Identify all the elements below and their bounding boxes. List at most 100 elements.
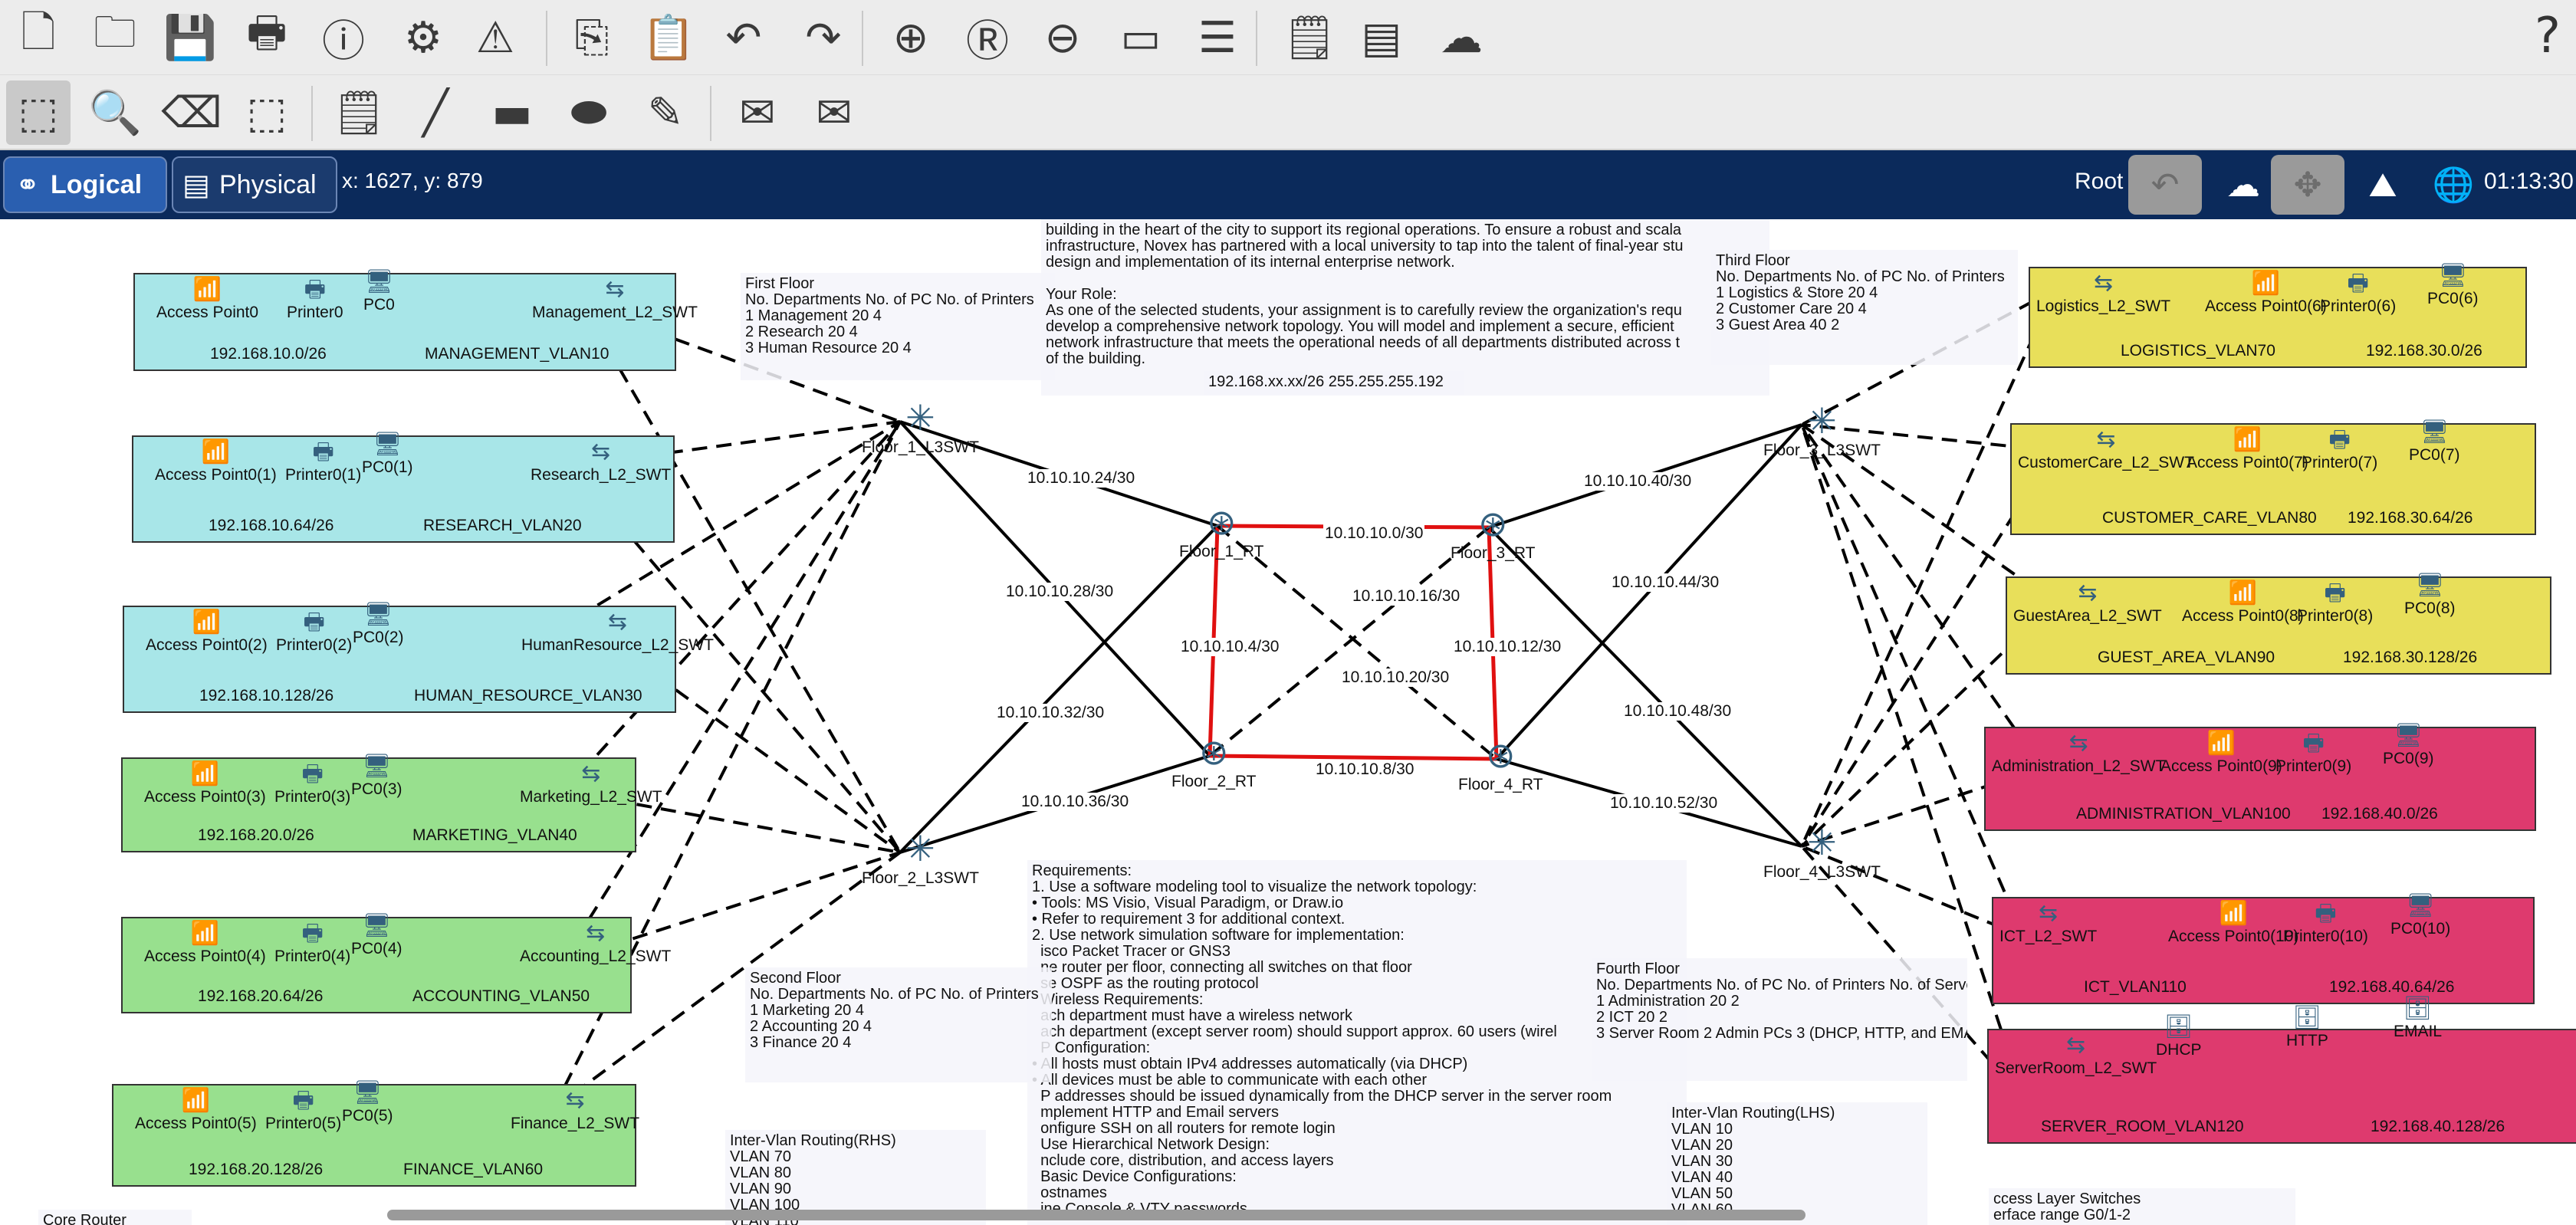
device-logistics-0[interactable]: ⇆ Logistics_L2_SWT <box>2036 271 2170 316</box>
core-floor2-rt[interactable]: ⊛ Floor_2_RT <box>1171 733 1257 791</box>
device-management-0[interactable]: 📶 Access Point0 <box>156 278 258 322</box>
device-management-3[interactable]: ⇆ Management_L2_SWT <box>532 278 698 322</box>
set-background-button[interactable]: ⛰ <box>2346 155 2420 215</box>
back-button[interactable]: ↶ <box>2128 155 2202 215</box>
move-object-button[interactable]: ✥ <box>2271 155 2344 215</box>
device-customer-care-1[interactable]: 📶 Access Point0(7) <box>2187 428 2308 472</box>
info-button[interactable]: ⓘ <box>311 5 376 70</box>
device-marketing-2[interactable]: 🖥 PC0(3) <box>351 754 402 799</box>
undo-icon: ↶ <box>725 12 762 63</box>
inspect-button[interactable]: 🔍 <box>83 80 147 145</box>
device-ict-0[interactable]: ⇆ ICT_L2_SWT <box>1999 902 2097 946</box>
device-research-0[interactable]: 📶 Access Point0(1) <box>155 440 277 484</box>
device-hr-1[interactable]: 🖶 Printer0(2) <box>276 610 352 655</box>
device-hr-2[interactable]: 🖥 PC0(2) <box>353 603 404 647</box>
horizontal-scrollbar[interactable] <box>387 1210 1806 1220</box>
zoom-in-button[interactable]: ⊕ <box>879 5 943 70</box>
device-server-room-0[interactable]: ⇆ ServerRoom_L2_SWT <box>1995 1033 2157 1078</box>
undo-button[interactable]: ↶ <box>711 5 776 70</box>
viewport-button[interactable]: 🌐 <box>2417 155 2490 215</box>
logical-workspace-canvas[interactable]: 📶 Access Point0 🖶 Printer0 🖥 PC0 ⇆ Management_L… <box>0 219 2576 1225</box>
device-guest-area-1[interactable]: 📶 Access Point0(8) <box>2182 581 2304 626</box>
notes-button[interactable]: 🗒 <box>1277 5 1342 70</box>
device-administration-0[interactable]: ⇆ Administration_L2_SWT <box>1992 731 2165 776</box>
pdu-button[interactable]: ⚠ <box>463 5 527 70</box>
select-button[interactable]: ⬚ <box>6 80 71 145</box>
core-floor1-rt[interactable]: ⊛ Floor_1_RT <box>1179 503 1264 561</box>
device-marketing-0[interactable]: 📶 Access Point0(3) <box>144 762 266 806</box>
device-administration-2[interactable]: 🖶 Printer0(9) <box>2275 731 2351 776</box>
device-finance-2[interactable]: 🖥 PC0(5) <box>342 1081 393 1125</box>
zoom-reset-button[interactable]: Ⓡ <box>955 5 1020 70</box>
core-floor2-l3[interactable]: ✳ Floor_2_L3SWT <box>862 829 979 888</box>
copy-button[interactable]: ⎘ <box>560 5 624 70</box>
device-ict-1[interactable]: 📶 Access Point0(10) <box>2168 902 2298 946</box>
device-accounting-1[interactable]: 🖶 Printer0(4) <box>274 921 350 966</box>
device-logistics-1[interactable]: 📶 Access Point0(6) <box>2205 271 2327 316</box>
device-research-1[interactable]: 🖶 Printer0(1) <box>285 440 361 484</box>
print-button[interactable]: 🖶 <box>235 5 299 70</box>
device-finance-1[interactable]: 🖶 Printer0(5) <box>265 1089 341 1133</box>
core-floor4-l3[interactable]: ✳ Floor_4_L3SWT <box>1763 823 1881 882</box>
device-ict-2[interactable]: 🖶 Printer0(10) <box>2283 902 2368 946</box>
core-floor4-rt[interactable]: ⊛ Floor_4_RT <box>1458 736 1543 794</box>
core-floor3-rt[interactable]: ⊛ Floor_3_RT <box>1451 504 1536 563</box>
device-logistics-2[interactable]: 🖶 Printer0(6) <box>2320 271 2396 316</box>
device-server-room-2[interactable]: 🗄 HTTP <box>2286 1006 2328 1050</box>
custom-devices-button[interactable]: ☰ <box>1185 5 1250 70</box>
logical-view-tab[interactable]: ⚭ Logical <box>3 156 167 213</box>
cloud-device-button[interactable]: ☁ <box>1429 5 1493 70</box>
paste-button[interactable]: 📋 <box>636 5 701 70</box>
network-device-button[interactable]: ▤ <box>1349 5 1414 70</box>
draw-ellipse-button[interactable]: ⬬ <box>557 80 621 145</box>
device-customer-care-3[interactable]: 🖥 PC0(7) <box>2409 420 2460 465</box>
device-research-2[interactable]: 🖥 PC0(1) <box>362 432 413 477</box>
device-finance-3[interactable]: ⇆ Finance_L2_SWT <box>511 1089 639 1133</box>
device-logistics-3[interactable]: 🖥 PC0(6) <box>2427 264 2479 308</box>
device-management-2[interactable]: 🖥 PC0 <box>363 270 395 314</box>
device-administration-1[interactable]: 📶 Access Point0(9) <box>2160 731 2282 776</box>
redo-button[interactable]: ↷ <box>791 5 856 70</box>
draw-rectangle-button[interactable]: ▬ <box>480 80 544 145</box>
zoom-out-button[interactable]: ⊖ <box>1030 5 1095 70</box>
move-arrows-icon: ✥ <box>2293 165 2322 205</box>
device-ict-3[interactable]: 🖥 PC0(10) <box>2390 894 2450 938</box>
note-mask: 192.168.xx.xx/26 255.255.255.192 <box>1204 371 1464 394</box>
device-guest-area-3[interactable]: 🖥 PC0(8) <box>2404 573 2456 618</box>
save-button[interactable]: 💾 <box>158 5 222 70</box>
open-folder-button[interactable]: 🗀 <box>83 5 147 70</box>
delete-button[interactable]: ⌫ <box>159 80 224 145</box>
device-customer-care-2[interactable]: 🖶 Printer0(7) <box>2302 428 2377 472</box>
device-guest-area-2[interactable]: 🖶 Printer0(8) <box>2297 581 2373 626</box>
add-complex-pdu-button[interactable]: ✉ <box>802 80 866 145</box>
device-finance-0[interactable]: 📶 Access Point0(5) <box>135 1089 257 1133</box>
device-marketing-1[interactable]: 🖶 Printer0(3) <box>274 762 350 806</box>
device-accounting-0[interactable]: 📶 Access Point0(4) <box>144 921 266 966</box>
help-icon[interactable]: ? <box>2535 8 2561 64</box>
device-accounting-2[interactable]: 🖥 PC0(4) <box>351 914 402 958</box>
new-file-button[interactable]: 🗋 <box>6 5 71 70</box>
device-marketing-3[interactable]: ⇆ Marketing_L2_SWT <box>520 762 662 806</box>
add-simple-pdu-button[interactable]: ✉ <box>725 80 790 145</box>
new-cluster-button[interactable]: ☁ <box>2206 155 2280 215</box>
place-note-button[interactable]: 🗒 <box>327 80 391 145</box>
physical-view-tab[interactable]: ▤ Physical <box>172 156 337 213</box>
core-floor1-l3[interactable]: ✳ Floor_1_L3SWT <box>862 399 979 457</box>
device-management-1[interactable]: 🖶 Printer0 <box>287 278 343 322</box>
activity-wizard-button[interactable]: ⚙ <box>391 5 455 70</box>
device-customer-care-0[interactable]: ⇆ CustomerCare_L2_SWT <box>2018 428 2194 472</box>
device-server-room-1[interactable]: 🗄 DHCP <box>2156 1015 2202 1059</box>
drawing-palette-button[interactable]: ▭ <box>1109 5 1173 70</box>
draw-line-button[interactable]: ╱ <box>403 80 468 145</box>
resize-shape-button[interactable]: ⬚ <box>235 80 299 145</box>
device-hr-0[interactable]: 📶 Access Point0(2) <box>146 610 268 655</box>
core-floor3-l3[interactable]: ✳ Floor_3_L3SWT <box>1763 402 1881 460</box>
device-hr-3[interactable]: ⇆ HumanResource_L2_SWT <box>521 610 714 655</box>
device-server-room-3[interactable]: 🗄 EMAIL <box>2394 997 2442 1041</box>
device-research-3[interactable]: ⇆ Research_L2_SWT <box>531 440 671 484</box>
freeform-button[interactable]: ✎ <box>633 80 698 145</box>
device-label: GuestArea_L2_SWT <box>2013 607 2162 625</box>
device-accounting-3[interactable]: ⇆ Accounting_L2_SWT <box>520 921 671 966</box>
device-administration-3[interactable]: 🖥 PC0(9) <box>2383 724 2434 768</box>
device-guest-area-0[interactable]: ⇆ GuestArea_L2_SWT <box>2013 581 2162 626</box>
